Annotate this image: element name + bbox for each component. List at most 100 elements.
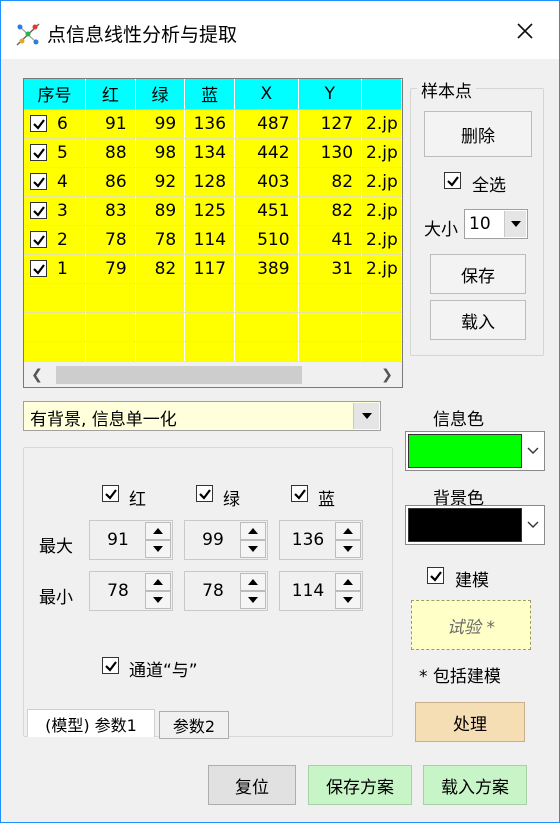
horizontal-scrollbar[interactable]: ❮ ❯	[24, 361, 402, 387]
cell-r[interactable]: 86	[85, 167, 136, 197]
spin-up-icon[interactable]	[335, 522, 361, 540]
cell-file[interactable]: 2.jp	[361, 196, 402, 226]
spin-down-icon[interactable]	[240, 540, 266, 558]
info-color-select[interactable]	[405, 431, 545, 471]
col-header-index[interactable]: 序号	[24, 79, 87, 110]
min-red-spinner[interactable]: 78	[89, 571, 173, 611]
chevron-down-icon[interactable]	[523, 433, 543, 469]
row-checkbox[interactable]	[30, 231, 47, 248]
spin-down-icon[interactable]	[145, 591, 171, 609]
reset-button[interactable]: 复位	[208, 765, 296, 805]
cell-file[interactable]: 2.jp	[361, 225, 402, 255]
row-index-cell[interactable]: 5	[24, 138, 87, 168]
spin-up-icon[interactable]	[240, 573, 266, 591]
cell-g[interactable]: 98	[135, 138, 186, 168]
row-checkbox[interactable]	[30, 173, 47, 190]
row-checkbox[interactable]	[30, 260, 47, 277]
cell-b[interactable]: 114	[184, 225, 236, 255]
cell-g[interactable]: 92	[135, 167, 186, 197]
cell-x[interactable]: 389	[234, 254, 299, 284]
table-row[interactable]: 2 78 78 114 510 41 2.jp	[24, 225, 402, 255]
select-all-checkbox[interactable]	[444, 172, 461, 189]
cell-b[interactable]: 125	[184, 196, 236, 226]
cell-y[interactable]: 31	[298, 254, 363, 284]
row-checkbox[interactable]	[30, 144, 47, 161]
green-checkbox[interactable]	[196, 485, 213, 502]
row-index-cell[interactable]: 2	[24, 225, 87, 255]
row-index-cell[interactable]: 3	[24, 196, 87, 226]
cell-file[interactable]: 2.jp	[361, 167, 402, 197]
col-header-green[interactable]: 绿	[135, 79, 186, 110]
spin-down-icon[interactable]	[145, 540, 171, 558]
row-index-cell[interactable]: 6	[24, 109, 87, 139]
cell-file[interactable]: 2.jp	[361, 138, 402, 168]
spinner-value[interactable]: 114	[280, 572, 336, 610]
cell-y[interactable]: 127	[298, 109, 363, 139]
cell-b[interactable]: 136	[184, 109, 236, 139]
spin-up-icon[interactable]	[240, 522, 266, 540]
cell-r[interactable]: 83	[85, 196, 136, 226]
delete-button[interactable]: 删除	[424, 111, 532, 157]
channel-and-checkbox[interactable]	[102, 657, 119, 674]
cell-x[interactable]: 487	[234, 109, 299, 139]
table-row[interactable]: 3 83 89 125 451 82 2.jp	[24, 196, 402, 226]
cell-file[interactable]: 2.jp	[361, 109, 402, 139]
row-checkbox[interactable]	[30, 115, 47, 132]
spin-up-icon[interactable]	[335, 573, 361, 591]
table-row[interactable]: 4 86 92 128 403 82 2.jp	[24, 167, 402, 197]
cell-file[interactable]: 2.jp	[361, 254, 402, 284]
row-index-cell[interactable]: 4	[24, 167, 87, 197]
chevron-down-icon[interactable]	[504, 211, 526, 237]
max-green-spinner[interactable]: 99	[184, 520, 268, 560]
scroll-left-icon[interactable]: ❮	[28, 366, 46, 384]
mode-select[interactable]: 有背景, 信息单一化	[23, 401, 381, 431]
cell-y[interactable]: 82	[298, 167, 363, 197]
cell-g[interactable]: 99	[135, 109, 186, 139]
scrollbar-thumb[interactable]	[56, 366, 302, 384]
cell-r[interactable]: 91	[85, 109, 136, 139]
table-row[interactable]: 5 88 98 134 442 130 2.jp	[24, 138, 402, 168]
col-header-y[interactable]: Y	[298, 79, 363, 110]
spinner-value[interactable]: 136	[280, 521, 336, 559]
col-header-file[interactable]	[361, 79, 402, 110]
cell-g[interactable]: 82	[135, 254, 186, 284]
cell-b[interactable]: 128	[184, 167, 236, 197]
col-header-blue[interactable]: 蓝	[184, 79, 236, 110]
chevron-down-icon[interactable]	[523, 507, 543, 543]
cell-b[interactable]: 134	[184, 138, 236, 168]
cell-g[interactable]: 78	[135, 225, 186, 255]
bg-color-select[interactable]	[405, 505, 545, 545]
col-header-red[interactable]: 红	[85, 79, 136, 110]
chevron-down-icon[interactable]	[353, 403, 379, 429]
load-plan-button[interactable]: 载入方案	[423, 765, 527, 805]
min-green-spinner[interactable]: 78	[184, 571, 268, 611]
spinner-value[interactable]: 99	[185, 521, 241, 559]
process-button[interactable]: 处理	[415, 702, 525, 742]
spin-down-icon[interactable]	[335, 591, 361, 609]
spin-up-icon[interactable]	[145, 573, 171, 591]
sample-table[interactable]: 序号 红 绿 蓝 X Y 6 91 99 136 487 127 2.jp 5 88 98 134 4…	[23, 78, 403, 388]
spin-down-icon[interactable]	[240, 591, 266, 609]
cell-x[interactable]: 442	[234, 138, 299, 168]
cell-r[interactable]: 88	[85, 138, 136, 168]
load-samples-button[interactable]: 载入	[430, 300, 526, 340]
col-header-x[interactable]: X	[234, 79, 299, 110]
save-samples-button[interactable]: 保存	[430, 254, 526, 294]
close-button[interactable]	[505, 15, 545, 51]
max-blue-spinner[interactable]: 136	[279, 520, 363, 560]
cell-x[interactable]: 510	[234, 225, 299, 255]
scroll-right-icon[interactable]: ❯	[378, 366, 396, 384]
tab-params2[interactable]: 参数2	[159, 711, 229, 739]
cell-y[interactable]: 130	[298, 138, 363, 168]
cell-b[interactable]: 117	[184, 254, 236, 284]
spinner-value[interactable]: 78	[185, 572, 241, 610]
table-row[interactable]: 6 91 99 136 487 127 2.jp	[24, 109, 402, 139]
trial-button[interactable]: 试验 *	[411, 600, 531, 650]
size-select[interactable]: 10	[464, 209, 528, 239]
row-checkbox[interactable]	[30, 202, 47, 219]
spin-down-icon[interactable]	[335, 540, 361, 558]
spinner-value[interactable]: 91	[90, 521, 146, 559]
cell-x[interactable]: 451	[234, 196, 299, 226]
spin-up-icon[interactable]	[145, 522, 171, 540]
cell-y[interactable]: 82	[298, 196, 363, 226]
